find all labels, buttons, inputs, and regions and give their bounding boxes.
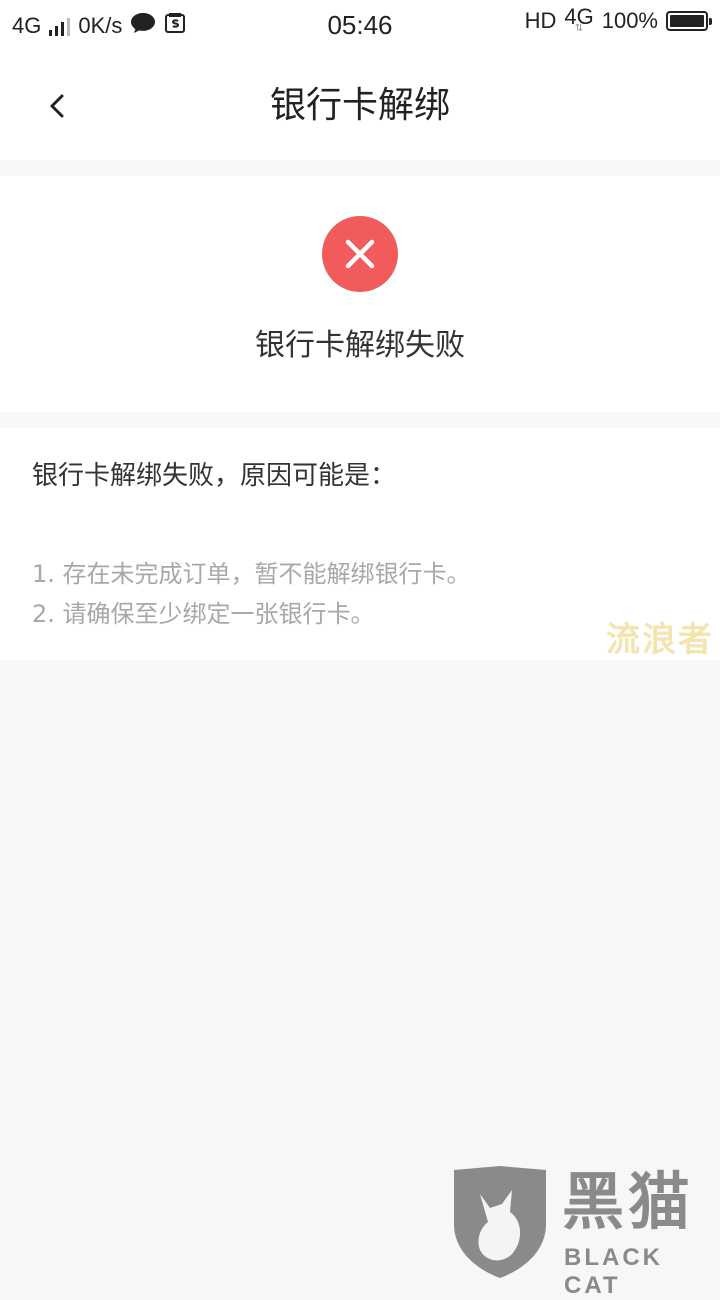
reason-list: 1. 存在未完成订单，暂不能解绑银行卡。 2. 请确保至少绑定一张银行卡。 (32, 554, 471, 634)
battery-percent: 100% (601, 8, 658, 33)
result-card: 银行卡解绑失败 (0, 176, 720, 412)
data-arrows-icon: ⇅ (574, 23, 584, 34)
black-cat-logo-icon (454, 1166, 546, 1278)
result-title: 银行卡解绑失败 (255, 328, 465, 363)
nav-bar: 银行卡解绑 (0, 52, 720, 160)
list-item: 1. 存在未完成订单，暂不能解绑银行卡。 (32, 560, 471, 588)
close-icon (345, 239, 375, 269)
data-network: 4G ⇅ (564, 6, 593, 34)
battery-fill (670, 15, 704, 27)
list-item: 2. 请确保至少绑定一张银行卡。 (32, 600, 375, 628)
brand-watermark: 黑猫 BLACK CAT (450, 1164, 720, 1299)
brand-name-cn: 黑猫 (562, 1165, 695, 1238)
status-bar-right: HD 4G ⇅ 100% (524, 6, 712, 34)
status-bar: 4G 0K/s 05:46 HD 4G ⇅ 100% (0, 0, 720, 52)
brand-name-en: BLACK CAT (564, 1244, 663, 1299)
watermark-text: 流浪者 (606, 620, 714, 660)
close-circle-icon (322, 216, 398, 292)
page-title: 银行卡解绑 (269, 85, 450, 126)
reason-heading: 银行卡解绑失败，原因可能是： (32, 461, 397, 491)
hd-indicator: HD (524, 8, 557, 33)
battery-icon (666, 11, 712, 31)
